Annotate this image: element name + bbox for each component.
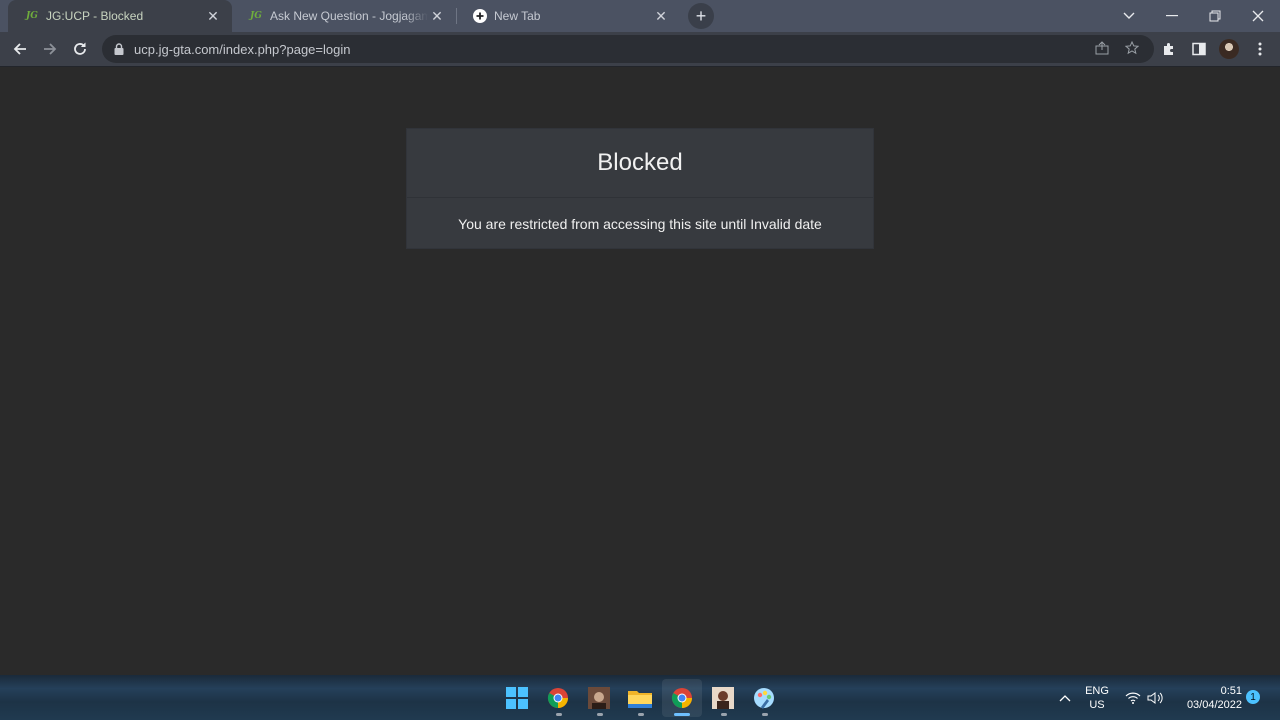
notification-badge[interactable]: 1 (1246, 690, 1260, 704)
file-explorer-icon[interactable] (628, 686, 652, 710)
chevron-up-icon[interactable] (1053, 686, 1077, 710)
windows-start-icon[interactable] (505, 686, 529, 710)
running-indicator (556, 713, 562, 716)
card-body: You are restricted from accessing this s… (407, 198, 873, 250)
page-title: Blocked (597, 149, 683, 176)
extensions-puzzle-icon[interactable] (1159, 39, 1179, 59)
tab-search-icon[interactable] (1107, 0, 1151, 32)
more-options-icon[interactable] (1250, 39, 1270, 59)
language-label: ENG (1085, 685, 1109, 697)
url-text[interactable]: ucp.jg-gta.com/index.php?page=login (134, 42, 350, 57)
close-window-button[interactable] (1236, 0, 1280, 32)
profile-avatar[interactable] (1219, 39, 1239, 59)
active-indicator (674, 713, 690, 716)
running-indicator (597, 713, 603, 716)
chrome-icon[interactable] (546, 686, 570, 710)
tab-strip: JG JG:UCP - Blocked ✕ JG Ask New Questio… (0, 0, 1280, 32)
restore-button[interactable] (1193, 0, 1237, 32)
language-indicator[interactable]: ENG US (1082, 684, 1112, 712)
blocked-card: Blocked You are restricted from accessin… (406, 128, 874, 249)
profile-app-icon[interactable] (587, 686, 611, 710)
tab-jg-ucp-blocked[interactable]: JG JG:UCP - Blocked ✕ (8, 0, 232, 32)
bookmark-star-icon[interactable] (1122, 38, 1142, 58)
clock-date: 03/04/2022 (1186, 699, 1242, 711)
new-tab-icon (472, 8, 488, 24)
side-panel-icon[interactable] (1189, 39, 1209, 59)
chrome-active-icon[interactable] (670, 686, 694, 710)
back-button[interactable] (8, 37, 32, 61)
jg-favicon-icon: JG (26, 11, 38, 21)
tab-title: JG:UCP - Blocked (46, 9, 144, 23)
running-indicator (721, 713, 727, 716)
volume-icon[interactable] (1143, 686, 1167, 710)
close-tab-icon[interactable]: ✕ (428, 7, 446, 25)
card-header: Blocked (407, 129, 873, 198)
minimize-button[interactable] (1150, 0, 1194, 32)
blocked-message: You are restricted from accessing this s… (458, 216, 822, 232)
tab-new-tab[interactable]: New Tab ✕ (456, 0, 680, 32)
close-tab-icon[interactable]: ✕ (652, 7, 670, 25)
share-icon[interactable] (1092, 38, 1112, 58)
jg-favicon-icon: JG (250, 11, 262, 21)
running-indicator (638, 713, 644, 716)
profile-app-2-icon[interactable] (711, 686, 735, 710)
close-tab-icon[interactable]: ✕ (204, 7, 222, 25)
new-tab-button[interactable]: + (688, 3, 714, 29)
paint-icon[interactable] (752, 686, 776, 710)
address-bar[interactable]: ucp.jg-gta.com/index.php?page=login (102, 35, 1154, 63)
lock-icon[interactable] (112, 42, 126, 56)
browser-toolbar: ucp.jg-gta.com/index.php?page=login (0, 32, 1280, 67)
tab-ask-new-question[interactable]: JG Ask New Question - Jogjagamers ✕ (232, 0, 456, 32)
running-indicator (762, 713, 768, 716)
forward-button[interactable] (38, 37, 62, 61)
tab-title: Ask New Question - Jogjagamers (270, 9, 428, 23)
reload-button[interactable] (68, 37, 92, 61)
wifi-icon[interactable] (1121, 686, 1145, 710)
clock-time: 0:51 (1220, 685, 1242, 697)
clock[interactable]: 0:51 03/04/2022 (1172, 684, 1242, 712)
tab-title: New Tab (494, 9, 541, 23)
region-label: US (1089, 699, 1105, 711)
